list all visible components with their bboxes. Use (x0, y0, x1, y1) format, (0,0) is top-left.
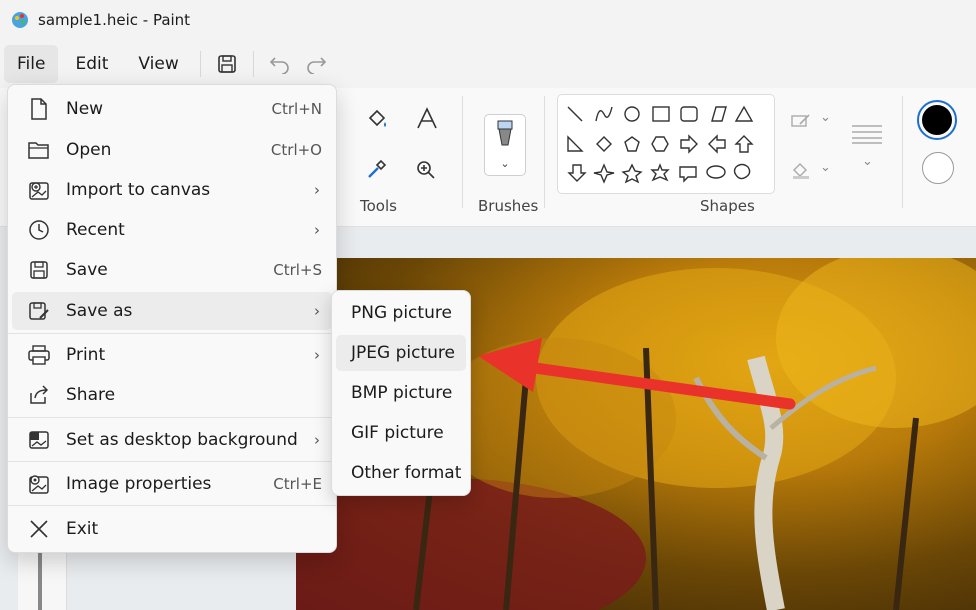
menu-item-save-as[interactable]: Save as › (12, 292, 332, 330)
menu-divider (8, 333, 336, 334)
window-title: sample1.heic - Paint (38, 11, 191, 29)
text-tool-icon[interactable] (414, 106, 440, 132)
share-icon (27, 383, 51, 407)
menu-file[interactable]: File (4, 45, 59, 83)
chevron-right-icon: › (314, 302, 320, 320)
close-icon (27, 517, 51, 541)
save-as-icon (27, 299, 51, 323)
chevron-down-icon[interactable]: ⌄ (862, 154, 873, 169)
brushes-group-label: Brushes (478, 197, 539, 215)
menu-edit[interactable]: Edit (62, 45, 121, 83)
ribbon-divider (902, 96, 903, 208)
menu-item-label: New (66, 99, 104, 119)
menu-item-recent[interactable]: Recent › (12, 211, 332, 249)
menu-divider (8, 417, 336, 418)
chevron-right-icon: › (314, 221, 320, 239)
submenu-item-label: PNG picture (351, 303, 452, 323)
menu-item-label: Save as (66, 301, 133, 321)
chevron-right-icon: › (314, 346, 320, 364)
scrollbar[interactable] (38, 545, 42, 610)
submenu-item-label: JPEG picture (351, 343, 455, 363)
image-properties-icon (27, 472, 51, 496)
menu-item-label: Set as desktop background (66, 430, 298, 450)
brushes-button[interactable]: ⌄ (484, 114, 526, 176)
chevron-down-icon[interactable]: ⌄ (820, 160, 831, 175)
menu-item-label: Save (66, 260, 108, 280)
menu-item-label: Share (66, 385, 116, 405)
menu-item-print[interactable]: Print › (12, 336, 332, 374)
save-icon (27, 258, 51, 282)
submenu-item-other-format[interactable]: Other format (336, 455, 466, 491)
shortcut-label: Ctrl+S (273, 261, 322, 279)
submenu-item-label: GIF picture (351, 423, 444, 443)
save-icon[interactable] (209, 45, 245, 83)
secondary-color-swatch[interactable] (922, 152, 954, 184)
shortcut-label: Ctrl+N (271, 100, 322, 118)
menu-item-label: Recent (66, 220, 125, 240)
redo-icon[interactable] (298, 45, 334, 83)
printer-icon (27, 343, 51, 367)
chevron-right-icon: › (314, 181, 320, 199)
undo-icon[interactable] (262, 45, 298, 83)
file-menu: New Ctrl+N Open Ctrl+O Import to canvas … (7, 84, 337, 553)
submenu-item-png[interactable]: PNG picture (336, 295, 466, 331)
menu-divider (8, 461, 336, 462)
fill-icon[interactable] (790, 160, 812, 182)
ribbon-divider (544, 96, 545, 208)
chevron-down-icon: ⌄ (500, 157, 510, 170)
shortcut-label: Ctrl+E (273, 475, 322, 493)
menubar-divider (252, 51, 254, 77)
menu-item-save[interactable]: Save Ctrl+S (12, 251, 332, 289)
submenu-item-jpeg[interactable]: JPEG picture (336, 335, 466, 371)
menu-item-set-desktop-background[interactable]: Set as desktop background › (12, 421, 332, 459)
menubar-divider (199, 51, 201, 77)
menu-item-label: Print (66, 345, 106, 365)
submenu-item-bmp[interactable]: BMP picture (336, 375, 466, 411)
ribbon-divider (462, 96, 463, 208)
menu-item-new[interactable]: New Ctrl+N (12, 90, 332, 128)
magnifier-icon[interactable] (414, 158, 438, 182)
menu-item-image-properties[interactable]: Image properties Ctrl+E (12, 465, 332, 503)
menu-item-open[interactable]: Open Ctrl+O (12, 131, 332, 169)
submenu-item-label: Other format (351, 463, 462, 483)
import-icon (27, 178, 51, 202)
menu-item-exit[interactable]: Exit (12, 510, 332, 548)
chevron-down-icon[interactable]: ⌄ (820, 110, 831, 125)
menu-view[interactable]: View (125, 45, 191, 83)
title-bar: sample1.heic - Paint (0, 0, 976, 40)
shapes-group-label: Shapes (700, 197, 755, 215)
outline-icon[interactable] (790, 110, 812, 132)
new-file-icon (27, 97, 51, 121)
brush-icon (497, 120, 513, 146)
fill-bucket-icon[interactable] (364, 106, 390, 132)
submenu-item-gif[interactable]: GIF picture (336, 415, 466, 451)
clock-icon (27, 218, 51, 242)
menu-item-share[interactable]: Share (12, 376, 332, 414)
menu-item-import-to-canvas[interactable]: Import to canvas › (12, 171, 332, 209)
chevron-right-icon: › (314, 431, 320, 449)
menu-item-label: Open (66, 140, 112, 160)
shapes-gallery[interactable] (557, 94, 775, 194)
menu-item-label: Image properties (66, 474, 212, 494)
primary-color-swatch[interactable] (917, 100, 957, 140)
save-as-submenu: PNG picture JPEG picture BMP picture GIF… (331, 290, 471, 496)
menu-bar: File Edit View (0, 40, 976, 88)
tools-group-label: Tools (360, 197, 397, 215)
primary-color (922, 105, 952, 135)
shortcut-label: Ctrl+O (270, 141, 322, 159)
color-picker-icon[interactable] (364, 156, 390, 182)
shapes-icons (567, 105, 754, 184)
paint-app-icon (12, 12, 28, 28)
menu-item-label: Exit (66, 519, 99, 539)
desktop-icon (27, 428, 51, 452)
menu-divider (8, 505, 336, 506)
size-icon[interactable] (850, 122, 884, 146)
submenu-item-label: BMP picture (351, 383, 453, 403)
folder-icon (27, 138, 51, 162)
menu-item-label: Import to canvas (66, 180, 211, 200)
